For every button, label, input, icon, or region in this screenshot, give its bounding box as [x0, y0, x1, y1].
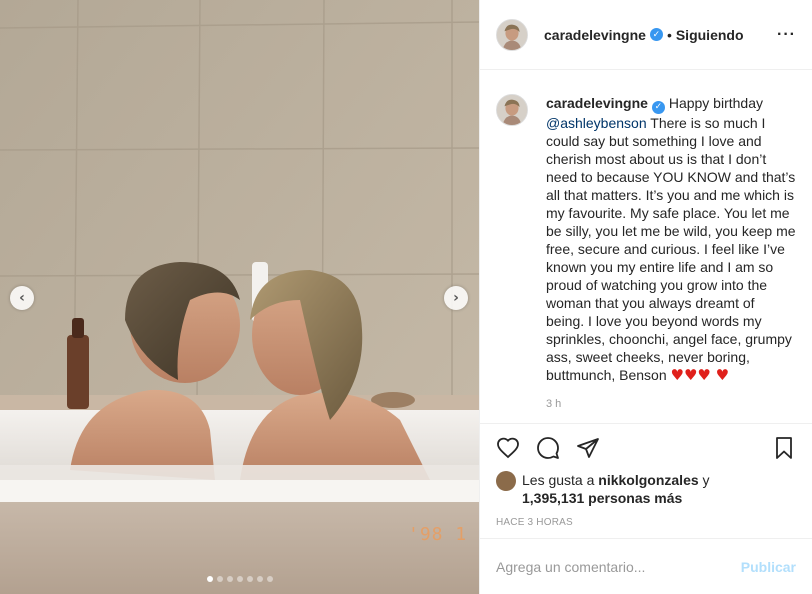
avatar-image [497, 19, 527, 50]
author-username[interactable]: caradelevingne [544, 27, 646, 43]
separator-dot: • [666, 26, 672, 43]
carousel-dot [236, 576, 243, 582]
comments-section[interactable]: caradelevingne ✓ Happy birthday @ashleybe… [480, 70, 812, 423]
post-timestamp[interactable]: HACE 3 HORAS [480, 511, 812, 538]
avatar-image [497, 95, 527, 125]
carousel-next-button[interactable]: › [444, 286, 468, 310]
action-bar [480, 423, 812, 471]
carousel-indicator [0, 576, 479, 582]
caption-mention-link[interactable]: @ashleybenson [546, 115, 647, 131]
chevron-left-icon: ‹ [19, 290, 25, 306]
comment-button[interactable] [536, 428, 576, 468]
carousel-prev-button[interactable]: ‹ [10, 286, 34, 310]
chevron-right-icon: › [453, 290, 459, 306]
caption: caradelevingne ✓ Happy birthday @ashleybe… [496, 94, 796, 384]
likes-text: Les gusta a nikkolgonzales y 1,395,131 p… [522, 471, 710, 507]
caption-author-username[interactable]: caradelevingne [546, 95, 648, 111]
liker-avatar[interactable] [496, 471, 516, 491]
add-comment-bar: Publicar [480, 538, 812, 594]
like-button[interactable] [496, 428, 536, 468]
post-header: caradelevingne ✓ • Siguiendo ··· [480, 0, 812, 70]
heart-icon [497, 437, 519, 458]
likes-connector: y [702, 472, 710, 488]
comment-icon [537, 436, 559, 459]
caption-greeting: Happy birthday [668, 95, 763, 111]
likes-prefix: Les gusta a [522, 472, 595, 488]
more-options-icon[interactable]: ··· [777, 26, 796, 44]
save-button[interactable] [756, 428, 796, 468]
carousel-dot [266, 576, 273, 582]
carousel-dot [256, 576, 263, 582]
share-button[interactable] [576, 428, 616, 468]
verified-badge-icon: ✓ [649, 28, 663, 41]
carousel-dot [246, 576, 253, 582]
film-date-stamp: '98 1 [408, 524, 468, 545]
post-media[interactable]: ‹ › '98 1 [0, 0, 479, 594]
follow-status-button[interactable]: Siguiendo [676, 27, 744, 43]
caption-text-block: caradelevingne ✓ Happy birthday @ashleybe… [546, 94, 796, 384]
bookmark-icon [776, 436, 792, 459]
verified-badge-icon: ✓ [651, 100, 665, 114]
instagram-post: ‹ › '98 1 caradelevingne ✓ • Siguiendo ·… [0, 0, 812, 594]
share-icon [577, 437, 599, 458]
post-photo [0, 0, 479, 594]
likes-summary: Les gusta a nikkolgonzales y 1,395,131 p… [480, 471, 812, 511]
carousel-dot [216, 576, 223, 582]
carousel-dot [206, 576, 213, 582]
carousel-dot [226, 576, 233, 582]
caption-timestamp: 3 h [546, 397, 562, 410]
caption-author-avatar[interactable] [496, 94, 528, 126]
comment-input[interactable] [496, 558, 741, 575]
red-heart-emojis: ♥♥♥ ♥ [670, 365, 730, 384]
publish-button[interactable]: Publicar [741, 559, 796, 575]
author-avatar[interactable] [496, 18, 528, 51]
post-sidebar: caradelevingne ✓ • Siguiendo ··· caradel… [479, 0, 812, 594]
liker-username[interactable]: nikkolgonzales [598, 472, 698, 488]
likes-count-link[interactable]: 1,395,131 personas más [522, 490, 682, 506]
caption-text: There is so much I could say but somethi… [546, 114, 796, 383]
